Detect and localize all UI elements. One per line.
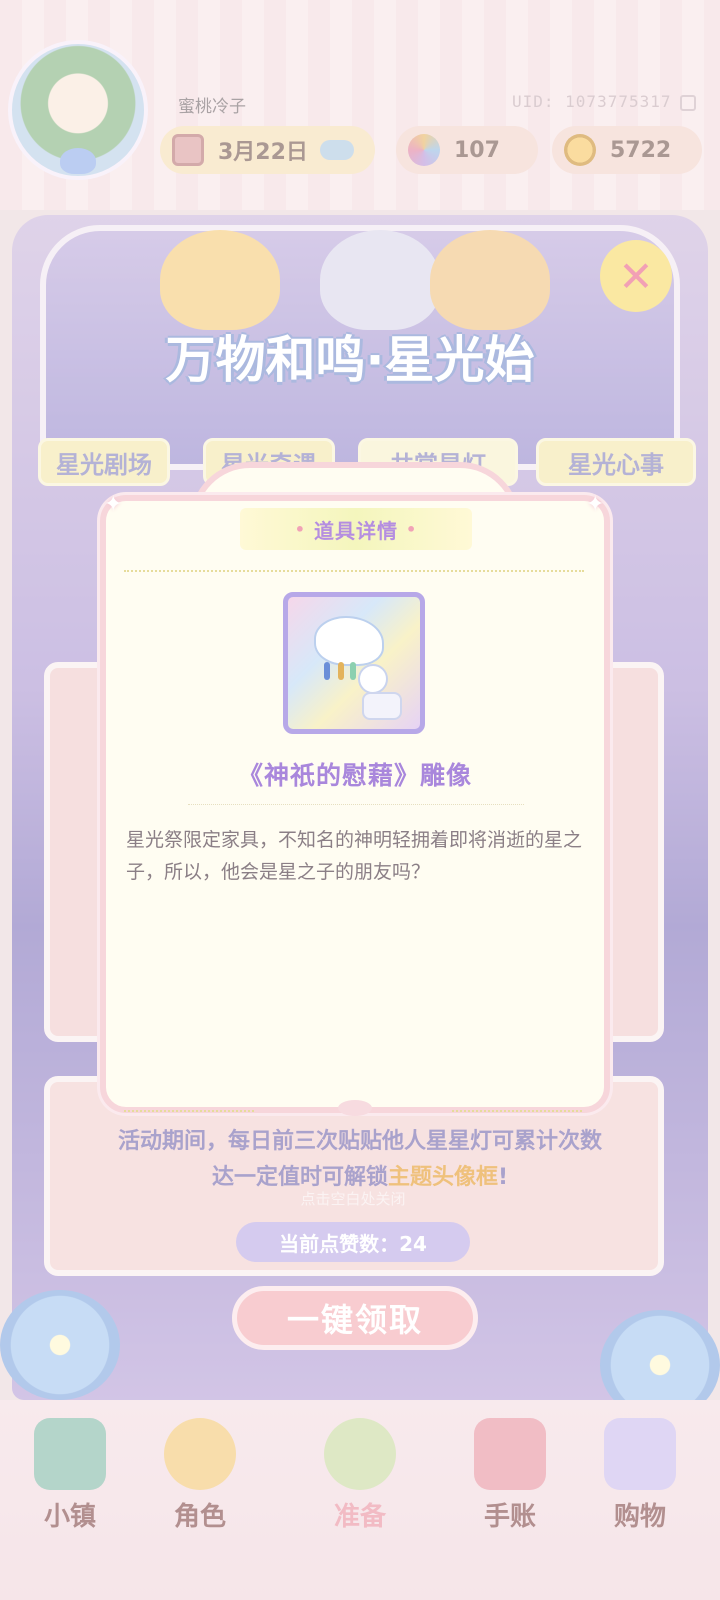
divider bbox=[188, 804, 524, 805]
statue-drip bbox=[324, 662, 330, 680]
dot-ornament-icon: • bbox=[294, 519, 306, 539]
statue-drip bbox=[350, 662, 356, 680]
item-name: 《神祇的慰藉》雕像 bbox=[237, 761, 472, 790]
item-description: 星光祭限定家具，不知名的神明轻拥着即将消逝的星之子，所以，他会是星之子的朋友吗？ bbox=[126, 829, 583, 883]
statue-head bbox=[358, 664, 388, 694]
statue-drip bbox=[338, 662, 344, 680]
sparkle-icon: ✦ bbox=[104, 492, 123, 517]
modal-title: • 道具详情 • bbox=[240, 508, 472, 550]
bow-ornament-icon bbox=[338, 1100, 372, 1116]
divider bbox=[124, 570, 584, 572]
item-image bbox=[283, 592, 425, 734]
statue-body bbox=[362, 692, 402, 720]
statue-cloak bbox=[314, 616, 384, 666]
divider bbox=[452, 1110, 582, 1112]
divider bbox=[124, 1110, 254, 1112]
statue-icon bbox=[304, 604, 404, 722]
dot-ornament-icon: • bbox=[406, 519, 418, 539]
modal-title-text: 道具详情 bbox=[314, 518, 398, 543]
sparkle-icon: ✦ bbox=[586, 492, 605, 517]
